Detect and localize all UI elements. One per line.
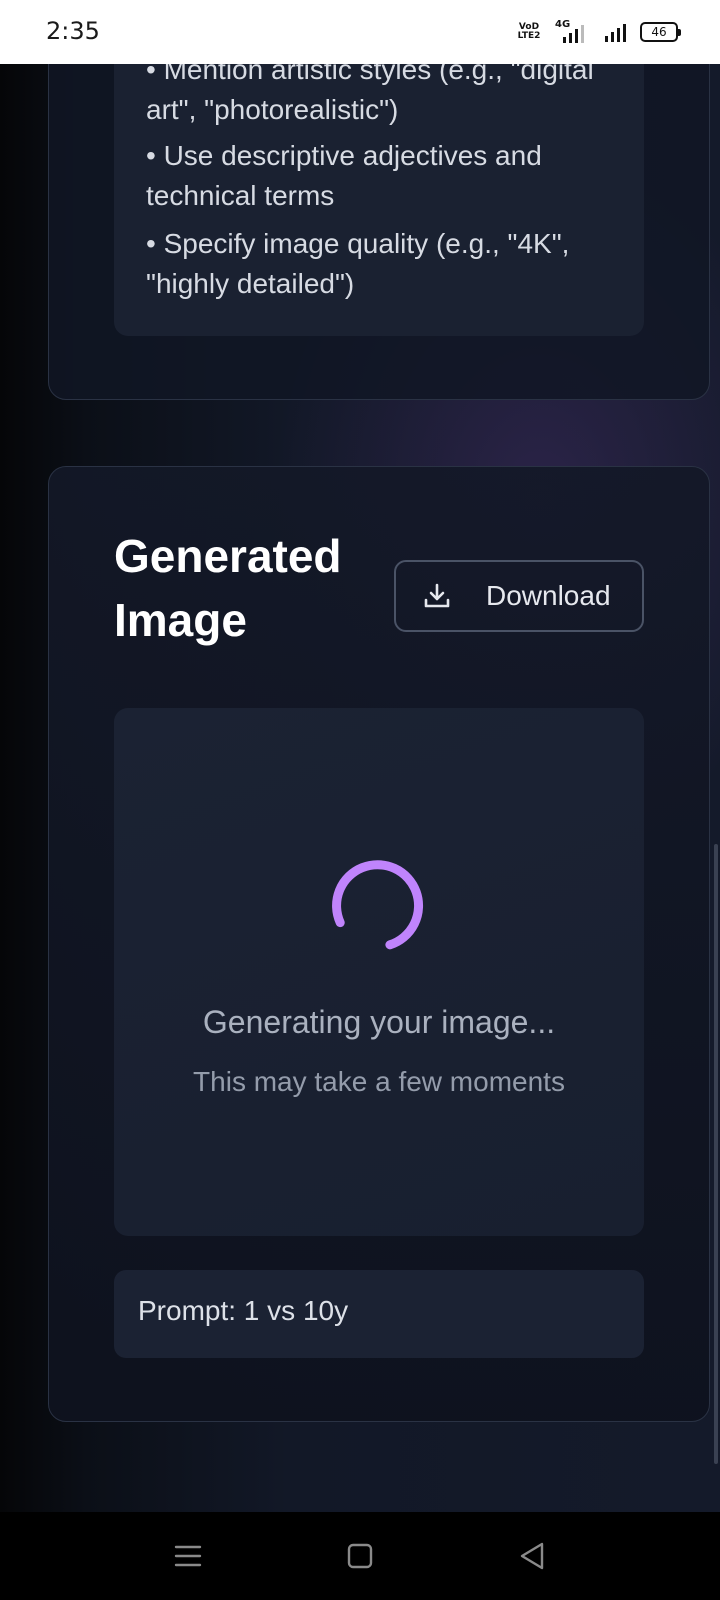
- status-time: 2:35: [46, 17, 100, 45]
- menu-icon[interactable]: [168, 1536, 208, 1576]
- tip-item: • Mention artistic styles (e.g., "digita…: [146, 64, 594, 125]
- tip-item: • Use descriptive adjectives and technic…: [146, 140, 542, 211]
- signal-4g-icon: 4G: [555, 19, 591, 43]
- image-preview-area: [114, 708, 644, 1236]
- scrollbar[interactable]: [714, 844, 718, 1464]
- volte-icon: VoD LTE2: [517, 22, 541, 41]
- home-square-icon[interactable]: [340, 1536, 380, 1576]
- loading-subtext: This may take a few moments: [193, 1066, 565, 1097]
- download-button[interactable]: Download: [394, 560, 644, 632]
- loading-text: Generating your image...: [202, 1004, 556, 1040]
- signal-strength-icon: [605, 22, 626, 42]
- status-icons: VoD LTE2 4G 46: [517, 18, 681, 46]
- tip-item: • Specify image quality (e.g., "4K", "hi…: [146, 228, 570, 299]
- battery-icon: 46: [640, 22, 681, 42]
- back-triangle-icon[interactable]: [512, 1536, 552, 1576]
- app-content: • Mention artistic styles (e.g., "digita…: [0, 64, 720, 1512]
- loading-spinner: [332, 860, 424, 950]
- status-bar: 2:35 VoD LTE2 4G 46: [0, 0, 720, 64]
- navigation-bar: [0, 1512, 720, 1600]
- network-type-label: 4G: [555, 19, 571, 30]
- download-icon: [424, 583, 450, 608]
- download-label: Download: [486, 580, 611, 611]
- section-title: Generated Image: [114, 530, 342, 646]
- prompt-text: Prompt: 1 vs 10y: [138, 1295, 349, 1326]
